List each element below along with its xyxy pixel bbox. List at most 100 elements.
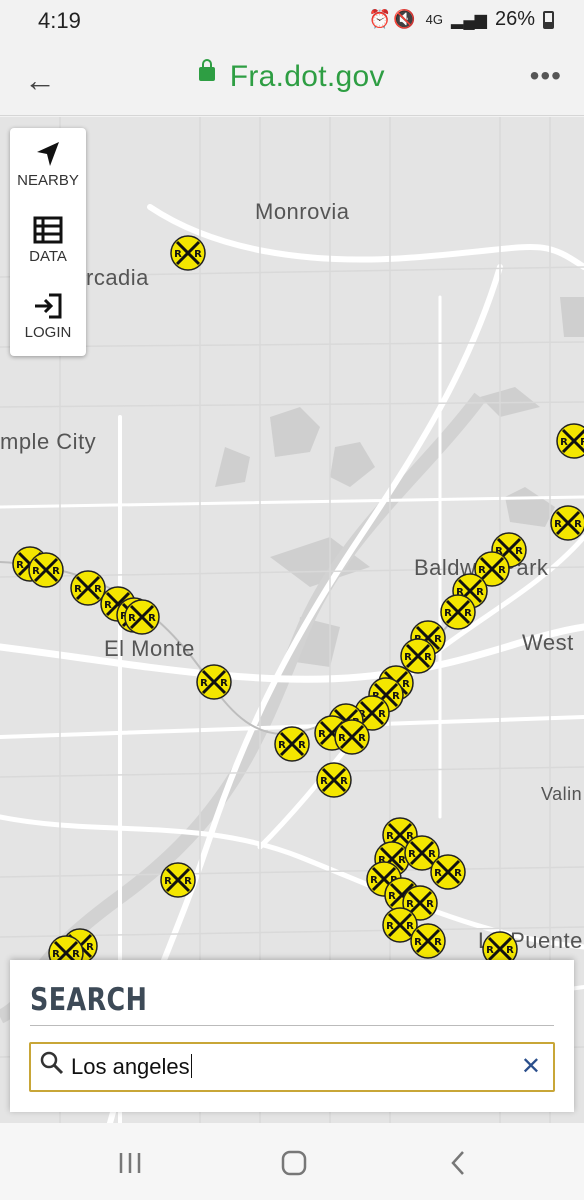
lock-icon (199, 59, 216, 81)
status-time: 4:19 (38, 8, 81, 33)
svg-text:R: R (404, 652, 412, 663)
svg-text:R: R (406, 921, 414, 932)
navigation-arrow-icon (37, 142, 59, 166)
search-divider (30, 1025, 554, 1026)
browser-toolbar: ← Fra.dot.gov ••• (0, 44, 584, 116)
svg-text:R: R (386, 921, 394, 932)
svg-text:R: R (52, 949, 60, 960)
search-input[interactable]: Los angeles ✕ (29, 1042, 555, 1092)
svg-text:R: R (414, 937, 422, 948)
svg-text:R: R (164, 876, 172, 887)
system-nav-bar (0, 1123, 584, 1200)
railroad-crossing-icon[interactable]: RR (316, 762, 352, 798)
railroad-crossing-icon[interactable]: RR (430, 854, 466, 890)
svg-text:R: R (128, 613, 136, 624)
svg-text:R: R (104, 600, 112, 611)
url-text: Fra.dot.gov (229, 60, 385, 93)
svg-text:R: R (478, 565, 486, 576)
railroad-crossing-icon[interactable]: RR (70, 570, 106, 606)
svg-text:R: R (434, 937, 442, 948)
railroad-crossing-icon[interactable]: RR (170, 235, 206, 271)
home-icon[interactable] (264, 1145, 324, 1181)
svg-text:R: R (434, 868, 442, 879)
svg-text:R: R (408, 849, 416, 860)
svg-text:R: R (358, 733, 366, 744)
svg-text:R: R (378, 709, 386, 720)
svg-text:R: R (94, 584, 102, 595)
svg-text:R: R (200, 678, 208, 689)
railroad-crossing-icon[interactable]: RR (410, 923, 446, 959)
railroad-crossing-icon[interactable]: RR (196, 664, 232, 700)
svg-text:R: R (476, 587, 484, 598)
more-options-icon[interactable]: ••• (530, 62, 562, 90)
search-title: SEARCH (30, 982, 148, 1018)
svg-text:R: R (498, 565, 506, 576)
svg-text:R: R (220, 678, 228, 689)
svg-text:R: R (560, 437, 568, 448)
status-bar: 4:19 ⏰🔇 4G ▂▄▆ 26% (0, 0, 584, 44)
svg-text:R: R (74, 584, 82, 595)
railroad-crossing-icon[interactable]: RR (440, 594, 476, 630)
railroad-crossing-icon[interactable]: RR (334, 719, 370, 755)
network-label: 4G (425, 12, 444, 27)
railroad-crossing-icon[interactable]: RR (400, 638, 436, 674)
svg-text:R: R (574, 519, 582, 530)
address-bar[interactable]: Fra.dot.gov (0, 59, 584, 94)
svg-text:R: R (386, 831, 394, 842)
status-indicators: ⏰🔇 4G ▂▄▆ 26% (369, 8, 554, 31)
nearby-button[interactable]: NEARBY (10, 128, 86, 204)
search-icon (40, 1051, 64, 1075)
svg-text:R: R (454, 868, 462, 879)
railroad-crossing-icon[interactable]: RR (124, 599, 160, 635)
railroad-crossing-icon[interactable]: RR (160, 862, 196, 898)
table-icon (33, 216, 63, 244)
recent-apps-icon[interactable] (100, 1145, 160, 1181)
svg-text:R: R (298, 740, 306, 751)
svg-text:R: R (194, 249, 202, 260)
svg-text:R: R (424, 652, 432, 663)
login-icon (35, 293, 62, 319)
svg-text:R: R (486, 945, 494, 956)
search-panel: SEARCH Los angeles ✕ (10, 960, 574, 1112)
svg-text:R: R (148, 613, 156, 624)
nearby-label: NEARBY (17, 172, 79, 189)
alarm-mute-icons: ⏰🔇 (368, 9, 418, 29)
svg-text:R: R (72, 949, 80, 960)
svg-text:R: R (554, 519, 562, 530)
svg-text:R: R (426, 899, 434, 910)
battery-text: 26% (494, 8, 535, 30)
svg-text:R: R (174, 249, 182, 260)
battery-icon (543, 10, 554, 29)
railroad-crossing-icon[interactable]: RR (550, 505, 584, 541)
svg-text:R: R (428, 849, 436, 860)
svg-text:R: R (16, 560, 24, 571)
svg-text:R: R (32, 566, 40, 577)
svg-text:R: R (86, 942, 94, 953)
signal-icon: ▂▄▆ (451, 11, 487, 29)
back-icon[interactable] (428, 1145, 488, 1181)
railroad-crossing-icon[interactable]: RR (556, 423, 584, 459)
svg-text:R: R (320, 776, 328, 787)
svg-text:R: R (318, 729, 326, 740)
svg-text:R: R (388, 891, 396, 902)
svg-text:R: R (444, 608, 452, 619)
login-label: LOGIN (24, 324, 72, 341)
data-button[interactable]: DATA (10, 204, 86, 280)
svg-text:R: R (434, 634, 442, 645)
svg-text:R: R (580, 437, 584, 448)
svg-text:R: R (392, 691, 400, 702)
svg-text:R: R (338, 733, 346, 744)
login-button[interactable]: LOGIN (10, 280, 86, 356)
clear-search-icon[interactable]: ✕ (521, 1053, 541, 1081)
svg-text:R: R (464, 608, 472, 619)
map-toolbox: NEARBY DATA LOGIN (10, 128, 86, 356)
railroad-crossing-icon[interactable]: RR (274, 726, 310, 762)
svg-text:R: R (370, 875, 378, 886)
svg-text:R: R (515, 546, 523, 557)
svg-text:R: R (506, 945, 514, 956)
svg-text:R: R (52, 566, 60, 577)
data-label: DATA (29, 248, 67, 265)
railroad-crossing-icon[interactable]: RR (28, 552, 64, 588)
search-value: Los angeles (71, 1054, 192, 1079)
svg-text:R: R (406, 899, 414, 910)
